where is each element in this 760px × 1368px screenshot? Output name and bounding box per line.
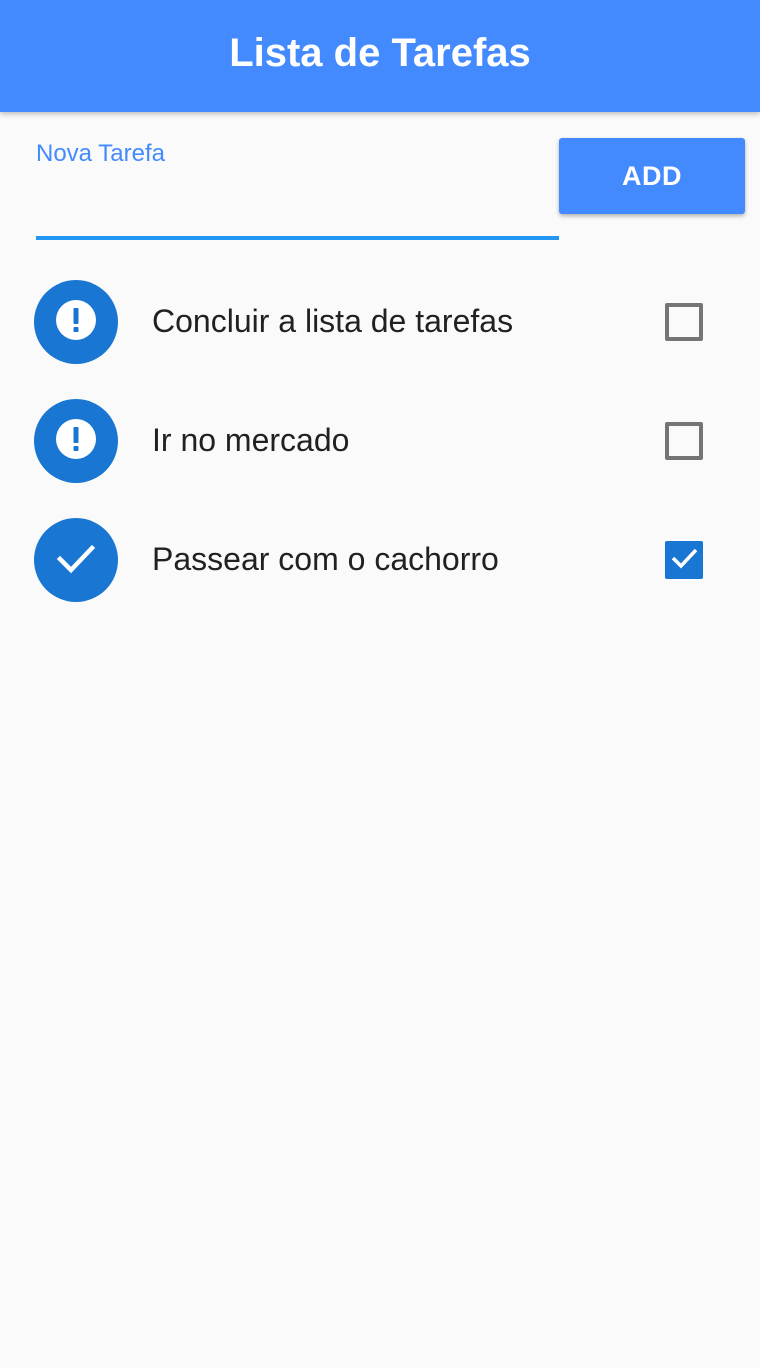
task-label: Passear com o cachorro (152, 541, 499, 577)
new-task-label: Nova Tarefa (36, 140, 165, 167)
add-button[interactable]: ADD (559, 138, 745, 214)
task-row[interactable]: Passear com o cachorro (0, 500, 760, 619)
task-checkbox[interactable] (665, 422, 703, 460)
task-checkbox[interactable] (665, 541, 703, 579)
task-label: Concluir a lista de tarefas (152, 303, 514, 339)
app-bar: Lista de Tarefas (0, 0, 760, 112)
task-row[interactable]: Concluir a lista de tarefas (0, 262, 760, 381)
task-status-avatar (34, 280, 118, 364)
task-label: Ir no mercado (152, 422, 350, 458)
task-list: Concluir a lista de tarefas Ir no mercad… (0, 262, 760, 619)
task-status-avatar (34, 399, 118, 483)
task-row[interactable]: Ir no mercado (0, 381, 760, 500)
task-status-avatar (34, 518, 118, 602)
new-task-input[interactable] (36, 176, 559, 236)
task-checkbox[interactable] (665, 303, 703, 341)
check-icon (54, 536, 98, 585)
checkmark-icon (669, 543, 699, 578)
page-title: Lista de Tarefas (229, 30, 531, 75)
error-icon (54, 417, 98, 466)
error-icon (54, 298, 98, 347)
new-task-underline (36, 236, 559, 240)
